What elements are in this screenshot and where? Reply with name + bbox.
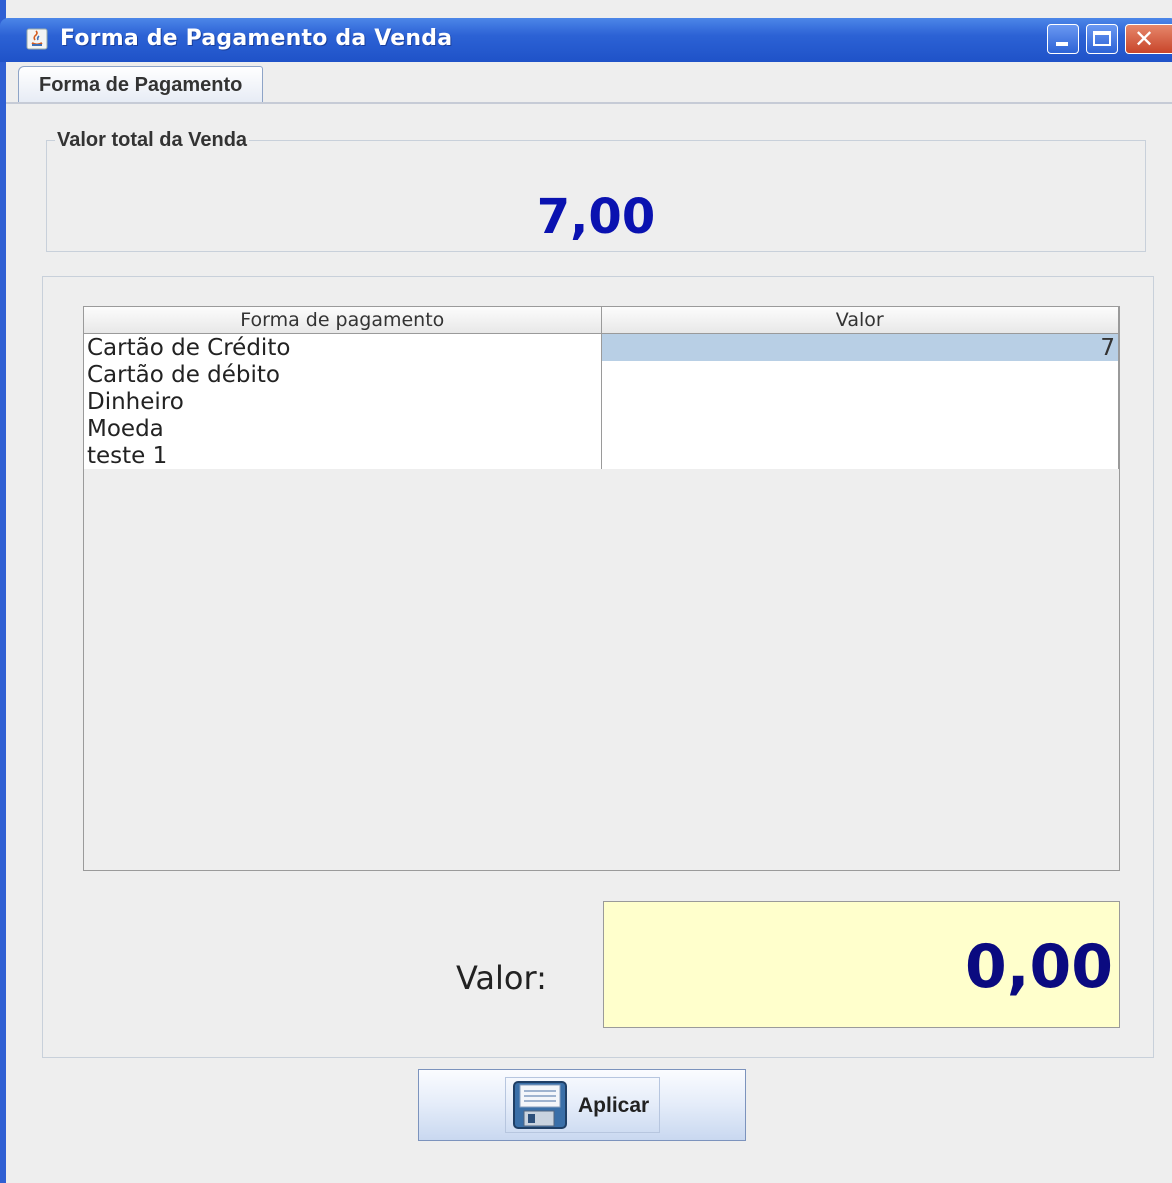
title-bar[interactable]: Forma de Pagamento da Venda ✕	[0, 18, 1172, 62]
method-cell[interactable]: Moeda	[84, 415, 602, 442]
payment-panel: Forma de pagamento Valor Cartão de Crédi…	[42, 276, 1154, 1058]
total-sale-value: 7,00	[536, 189, 656, 245]
close-icon: ✕	[1134, 25, 1155, 53]
table-row[interactable]: teste 1	[84, 442, 1120, 469]
floppy-disk-icon	[513, 1081, 567, 1129]
valor-field[interactable]: 0,00	[603, 901, 1120, 1028]
maximize-button[interactable]	[1086, 24, 1118, 54]
total-sale-legend: Valor total da Venda	[55, 129, 250, 152]
payment-table: Forma de pagamento Valor Cartão de Crédi…	[84, 307, 1120, 469]
value-cell-selected[interactable]: 7	[601, 333, 1120, 361]
value-cell[interactable]	[601, 361, 1120, 388]
tab-strip: Forma de Pagamento	[6, 62, 1172, 104]
tab-forma-de-pagamento[interactable]: Forma de Pagamento	[18, 66, 264, 102]
maximize-icon	[1093, 31, 1111, 46]
java-app-icon	[26, 28, 48, 50]
value-cell[interactable]	[601, 442, 1120, 469]
table-row[interactable]: Dinheiro	[84, 388, 1120, 415]
method-cell[interactable]: Cartão de Crédito	[84, 333, 602, 361]
column-header-method[interactable]: Forma de pagamento	[84, 307, 602, 334]
apply-button-focus-ring: Aplicar	[505, 1077, 660, 1133]
table-row[interactable]: Cartão de débito	[84, 361, 1120, 388]
minimize-button[interactable]	[1047, 24, 1079, 54]
payment-table-scrollpane[interactable]: Forma de pagamento Valor Cartão de Crédi…	[83, 306, 1120, 871]
table-row[interactable]: Moeda	[84, 415, 1120, 442]
table-row[interactable]: Cartão de Crédito 7	[84, 333, 1120, 361]
table-header-row: Forma de pagamento Valor	[84, 307, 1120, 334]
window-title: Forma de Pagamento da Venda	[60, 26, 453, 51]
apply-button-label: Aplicar	[578, 1094, 650, 1117]
value-cell[interactable]	[601, 415, 1120, 442]
minimize-icon	[1056, 42, 1068, 46]
method-cell[interactable]: teste 1	[84, 442, 602, 469]
valor-amount: 0,00	[964, 932, 1113, 1002]
payment-window: Forma de Pagamento da Venda ✕ Forma de P…	[0, 0, 1172, 1183]
total-sale-group: Valor total da Venda 7,00	[46, 129, 1146, 252]
valor-label: Valor:	[456, 959, 547, 997]
value-cell[interactable]	[601, 388, 1120, 415]
close-button[interactable]: ✕	[1125, 24, 1172, 54]
method-cell[interactable]: Dinheiro	[84, 388, 602, 415]
column-header-value[interactable]: Valor	[601, 307, 1120, 334]
method-cell[interactable]: Cartão de débito	[84, 361, 602, 388]
apply-button[interactable]: Aplicar	[418, 1069, 746, 1141]
